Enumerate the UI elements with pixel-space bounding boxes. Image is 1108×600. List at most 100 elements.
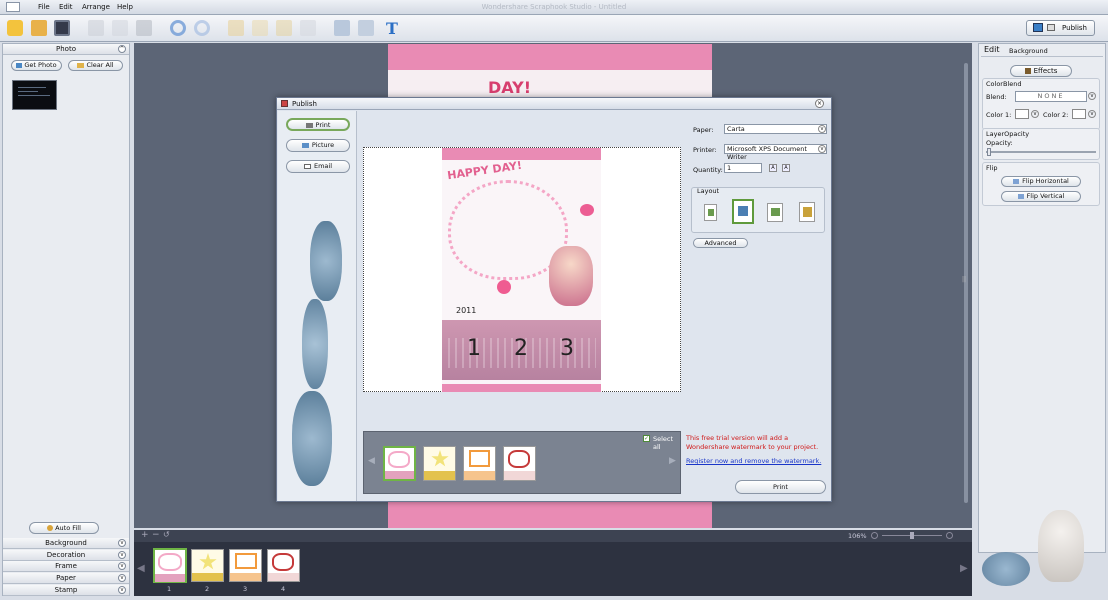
splitter-handle[interactable]: || (962, 276, 968, 283)
color2-swatch[interactable] (1072, 109, 1086, 119)
scroll-right-icon[interactable]: ▶ (669, 456, 676, 466)
chevron-down-icon[interactable]: v (118, 586, 126, 594)
open-icon[interactable] (31, 20, 47, 36)
zoom-out-icon[interactable] (871, 532, 878, 539)
clear-all-button[interactable]: Clear All (68, 60, 123, 71)
tab-email[interactable]: Email (286, 160, 350, 173)
layout-option-portrait-small[interactable] (704, 204, 717, 221)
tab-background[interactable]: Background (1009, 47, 1048, 55)
floral-vine-decoration (292, 221, 348, 491)
select-page-3[interactable] (463, 446, 496, 481)
publish-button[interactable]: Publish (1026, 20, 1095, 36)
zoom-in-icon[interactable] (946, 532, 953, 539)
tab-print[interactable]: Print (286, 118, 350, 131)
watermark-notice: This free trial version will add a Wonde… (686, 434, 819, 451)
new-icon[interactable] (7, 20, 23, 36)
publish-dialog: Publish × Print Picture Email HAPPY DAY!… (276, 97, 832, 502)
close-icon[interactable]: × (815, 99, 824, 108)
align-icon[interactable] (334, 20, 350, 36)
section-paper[interactable]: Paper v (3, 573, 129, 584)
filmstrip: + − ↺ 106% ◀ ▶ 1 2 3 4 (134, 530, 972, 596)
chevron-down-icon[interactable]: v (118, 539, 126, 547)
send-back-icon[interactable] (252, 20, 268, 36)
chevron-down-icon[interactable]: v (118, 551, 126, 559)
undo-page-icon[interactable]: ↺ (163, 530, 170, 539)
page-thumb-2[interactable] (191, 549, 224, 582)
section-stamp[interactable]: Stamp v (3, 585, 129, 596)
quantity-up-icon[interactable]: A (769, 164, 777, 172)
select-page-1[interactable] (383, 446, 416, 481)
effects-button[interactable]: Effects (1010, 65, 1072, 77)
add-page-icon[interactable]: + (141, 530, 149, 540)
chevron-down-icon[interactable]: v (118, 574, 126, 582)
printer-select[interactable]: Microsoft XPS Document Writer (724, 144, 827, 161)
chevron-down-icon[interactable]: v (1088, 110, 1096, 118)
copy-icon[interactable] (112, 20, 128, 36)
section-background[interactable]: Background v (3, 538, 129, 549)
page-pink-band-bottom (388, 502, 712, 528)
opacity-slider-track[interactable] (986, 151, 1096, 153)
distribute-icon[interactable] (358, 20, 374, 36)
tab-edit[interactable]: Edit (984, 45, 1000, 54)
layout-option-landscape[interactable] (767, 203, 783, 222)
save-icon[interactable] (54, 20, 70, 36)
print-button[interactable]: Print (735, 480, 826, 494)
vertical-scrollbar[interactable] (964, 63, 968, 503)
tab-picture[interactable]: Picture (286, 139, 350, 152)
auto-fill-button[interactable]: Auto Fill (29, 522, 99, 534)
flip-vertical-button[interactable]: Flip Vertical (1001, 191, 1081, 202)
chevron-down-icon[interactable]: v (118, 562, 126, 570)
page-thumb-1[interactable] (153, 548, 187, 583)
chevron-down-icon[interactable]: v (818, 125, 826, 133)
group-icon[interactable] (300, 20, 316, 36)
chevron-down-icon[interactable]: v (1031, 110, 1039, 118)
scroll-left-icon[interactable]: ◀ (137, 563, 145, 574)
get-photo-button[interactable]: Get Photo (11, 60, 62, 71)
bring-forward-icon[interactable] (276, 20, 292, 36)
layout-option-full[interactable] (799, 202, 815, 222)
photo-header[interactable]: Photo ^ (3, 44, 129, 55)
paper-select[interactable]: Carta (724, 124, 827, 134)
paste-icon[interactable] (136, 20, 152, 36)
select-page-2[interactable] (423, 446, 456, 481)
opacity-slider-thumb[interactable] (987, 148, 991, 156)
zoom-slider-thumb[interactable] (910, 532, 914, 539)
chevron-up-icon[interactable]: ^ (118, 45, 126, 53)
blend-select[interactable]: NONE (1015, 91, 1087, 102)
menu-edit[interactable]: Edit (59, 3, 73, 11)
left-panel: Photo ^ Get Photo Clear All Auto Fill Bac… (2, 43, 130, 596)
right-panel: Edit Background Effects ColorBlend Blend… (978, 43, 1106, 553)
menu-arrange[interactable]: Arrange (82, 3, 110, 11)
photo-thumbnail[interactable] (12, 80, 57, 110)
color2-label: Color 2: (1043, 111, 1069, 119)
select-all-checkbox[interactable]: ✓ (643, 435, 650, 442)
cut-icon[interactable] (88, 20, 104, 36)
picture-icon (301, 142, 309, 148)
section-frame[interactable]: Frame v (3, 561, 129, 572)
select-page-4[interactable] (503, 446, 536, 481)
undo-icon[interactable] (170, 20, 186, 36)
color1-swatch[interactable] (1015, 109, 1029, 119)
menu-help[interactable]: Help (117, 3, 133, 11)
text-tool-icon[interactable]: T (386, 19, 398, 38)
quantity-input[interactable]: 1 (724, 163, 762, 173)
menu-file[interactable]: File (38, 3, 50, 11)
flip-horizontal-button[interactable]: Flip Horizontal (1001, 176, 1081, 187)
register-link[interactable]: Register now and remove the watermark. (686, 457, 821, 465)
layer-opacity-group: LayerOpacity Opacity: (982, 128, 1100, 160)
bring-front-icon[interactable] (228, 20, 244, 36)
page-thumb-3[interactable] (229, 549, 262, 582)
scroll-left-icon[interactable]: ◀ (368, 456, 375, 466)
advanced-button[interactable]: Advanced (693, 238, 748, 248)
printer-icon (1047, 24, 1055, 31)
chevron-down-icon[interactable]: v (818, 145, 826, 153)
scroll-right-icon[interactable]: ▶ (960, 563, 968, 574)
redo-icon[interactable] (194, 20, 210, 36)
flip-group: Flip Flip Horizontal Flip Vertical (982, 162, 1100, 206)
layout-option-portrait-selected[interactable] (732, 199, 754, 224)
section-decoration[interactable]: Decoration v (3, 550, 129, 561)
quantity-down-icon[interactable]: A (782, 164, 790, 172)
remove-page-icon[interactable]: − (152, 530, 160, 540)
chevron-down-icon[interactable]: v (1088, 92, 1096, 100)
page-thumb-4[interactable] (267, 549, 300, 582)
